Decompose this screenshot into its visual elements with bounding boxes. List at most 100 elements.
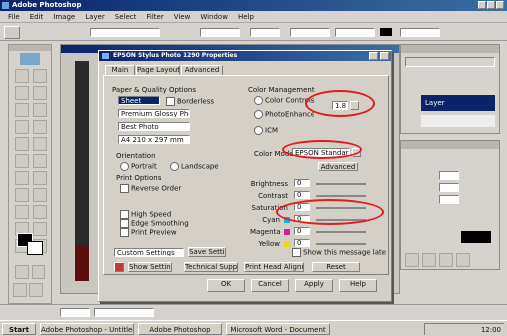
menu-help[interactable]: Help [238,11,254,22]
edge-smoothing-checkbox[interactable] [120,219,129,228]
photoenhance-radio[interactable] [254,110,263,119]
high-speed-option[interactable]: High Speed [120,210,190,219]
layer-row-selected[interactable]: Layer [421,95,495,111]
maximize-button[interactable] [487,1,495,9]
cancel-button[interactable]: Cancel [251,279,289,292]
magenta-slider[interactable] [316,231,366,233]
dialog-close-button[interactable] [380,52,389,60]
magenta-field[interactable]: 0 [294,227,310,235]
screen-mode-1-icon[interactable] [13,283,27,297]
history-brush-tool-icon[interactable] [33,137,47,151]
print-preview-checkbox[interactable] [120,228,129,237]
dialog-help-button[interactable] [369,52,378,60]
print-preview-option[interactable]: Print Preview [120,228,190,237]
menu-window[interactable]: Window [200,11,228,22]
minimize-button[interactable] [478,1,486,9]
eraser-tool-icon[interactable] [15,154,29,168]
technical-support-button[interactable]: Technical Support [184,262,238,272]
borderless-checkbox[interactable] [166,97,175,106]
type-tool-icon[interactable] [33,188,47,202]
layer-field-3[interactable] [439,195,459,204]
reset-button[interactable]: Reset [312,262,360,272]
ok-button[interactable]: OK [207,279,245,292]
taskbar-item-3[interactable]: Microsoft Word - Document [226,323,330,335]
option-field-1[interactable] [90,28,160,37]
menu-view[interactable]: View [174,11,191,22]
taskbar-item-1[interactable]: Adobe Photoshop - Untitled [40,323,134,335]
save-settings-button[interactable]: Save Setting... [188,247,226,257]
tool-preset-icon[interactable] [4,26,20,39]
color-swatch-black[interactable] [380,28,392,36]
quality-select[interactable]: Best Photo [118,122,190,131]
lasso-tool-icon[interactable] [15,86,29,100]
paper-size-select[interactable]: A4 210 x 297 mm [118,135,190,144]
apply-button[interactable]: Apply [295,279,333,292]
screen-mode-2-icon[interactable] [29,283,43,297]
window-controls[interactable] [478,1,504,10]
shape-tool-icon[interactable] [33,205,47,219]
slice-tool-icon[interactable] [33,103,47,117]
menu-image[interactable]: Image [53,11,75,22]
healing-tool-icon[interactable] [15,120,29,134]
print-head-alignment-button[interactable]: Print Head Alignment [244,262,304,272]
portrait-radio[interactable] [120,162,129,171]
color-controls-radio[interactable] [254,96,263,105]
menu-filter[interactable]: Filter [146,11,163,22]
yellow-field[interactable]: 0 [294,239,310,247]
blur-tool-icon[interactable] [15,171,29,185]
edge-smoothing-option[interactable]: Edge Smoothing [120,219,190,228]
pen-tool-icon[interactable] [15,205,29,219]
taskbar-item-2[interactable]: Adobe Photoshop [138,323,222,335]
show-message-option[interactable]: Show this message later [292,248,386,257]
landscape-radio[interactable] [170,162,179,171]
quick-mask-buttons[interactable] [15,265,45,279]
contrast-field[interactable]: 0 [294,191,310,199]
crop-tool-icon[interactable] [15,103,29,117]
layer-field-1[interactable] [439,171,459,180]
reverse-order-option[interactable]: Reverse Order [120,184,190,193]
option-field-4[interactable] [290,28,330,37]
option-field-2[interactable] [200,28,240,37]
option-field-6[interactable] [400,28,440,37]
high-speed-checkbox[interactable] [120,210,129,219]
menu-edit[interactable]: Edit [30,11,44,22]
show-settings-button[interactable]: Show Settings [128,262,172,272]
layer-row[interactable] [421,115,495,127]
brightness-field[interactable]: 0 [294,179,310,187]
close-button[interactable] [496,1,504,9]
paper-type-select[interactable]: Premium Glossy Photo Paper [118,109,190,118]
landscape-option[interactable]: Landscape [170,162,220,171]
menu-layer[interactable]: Layer [85,11,105,22]
status-zoom[interactable] [60,308,90,317]
icm-radio[interactable] [254,126,263,135]
background-color-swatch[interactable] [27,241,43,255]
layer-link-icon[interactable] [405,253,419,267]
custom-settings-select[interactable]: Custom Settings [114,248,184,257]
menu-file[interactable]: File [8,11,20,22]
gradient-tool-icon[interactable] [33,154,47,168]
marquee-tool-icon[interactable] [15,69,29,83]
menu-select[interactable]: Select [115,11,137,22]
icm-option[interactable]: ICM [254,126,294,135]
layer-delete-icon[interactable] [456,253,470,267]
move-tool-icon[interactable] [33,69,47,83]
layer-new-icon[interactable] [439,253,453,267]
layer-field-2[interactable] [439,183,459,192]
portrait-option[interactable]: Portrait [120,162,170,171]
option-field-3[interactable] [250,28,280,37]
start-button[interactable]: Start [2,323,36,335]
contrast-slider[interactable] [316,195,366,197]
layer-style-icon[interactable] [422,253,436,267]
advanced-adjust-button[interactable]: Advanced [318,162,358,171]
paper-source-select[interactable]: Sheet [118,96,160,105]
brush-tool-icon[interactable] [33,120,47,134]
option-field-5[interactable] [335,28,375,37]
printer-icon[interactable] [114,262,124,272]
yellow-slider[interactable] [316,243,366,245]
eyedropper-tool-icon[interactable] [33,222,47,236]
borderless-option[interactable]: Borderless [166,97,226,106]
stamp-tool-icon[interactable] [15,137,29,151]
screen-mode-buttons[interactable] [13,283,49,297]
navigator-tabs[interactable] [405,57,495,67]
standard-mode-icon[interactable] [15,265,29,279]
